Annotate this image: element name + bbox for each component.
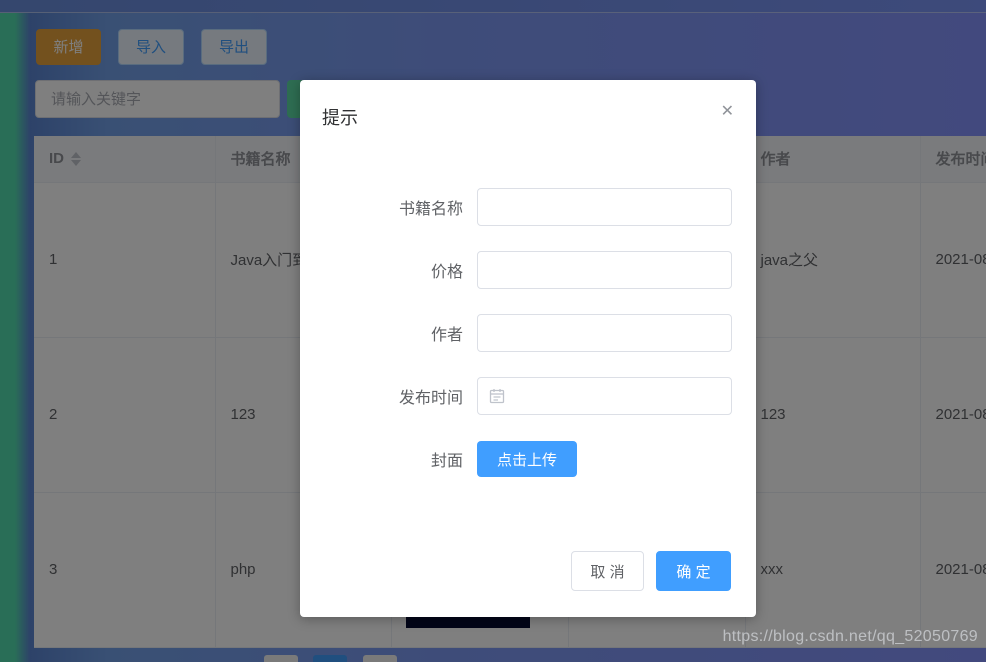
form-row-author: 作者: [300, 314, 756, 352]
book-admin-page: 新增 导入 导出 ID 书籍名称 作者 发布时间 1: [0, 0, 986, 662]
form-row-published: 发布时间: [300, 377, 756, 415]
author-field[interactable]: [477, 314, 732, 352]
cancel-button[interactable]: 取 消: [571, 551, 644, 591]
book-form: 书籍名称 价格 作者 发布时间: [300, 188, 756, 503]
author-field-label: 作者: [300, 321, 477, 345]
form-row-cover: 封面 点击上传: [300, 440, 756, 478]
prompt-dialog: 提示 ✕ 书籍名称 价格 作者 发布时间: [300, 80, 756, 617]
published-field-label: 发布时间: [300, 384, 477, 408]
cover-field-label: 封面: [300, 447, 477, 471]
confirm-button[interactable]: 确 定: [656, 551, 731, 591]
upload-button[interactable]: 点击上传: [477, 441, 577, 477]
price-field[interactable]: [477, 251, 732, 289]
book-name-field[interactable]: [477, 188, 732, 226]
price-field-label: 价格: [300, 258, 477, 282]
form-row-price: 价格: [300, 251, 756, 289]
close-icon[interactable]: ✕: [721, 104, 734, 120]
name-field-label: 书籍名称: [300, 195, 477, 219]
watermark-text: https://blog.csdn.net/qq_52050769: [723, 628, 978, 646]
publish-date-field[interactable]: [477, 377, 732, 415]
form-row-name: 书籍名称: [300, 188, 756, 226]
dialog-title: 提示: [322, 104, 358, 130]
